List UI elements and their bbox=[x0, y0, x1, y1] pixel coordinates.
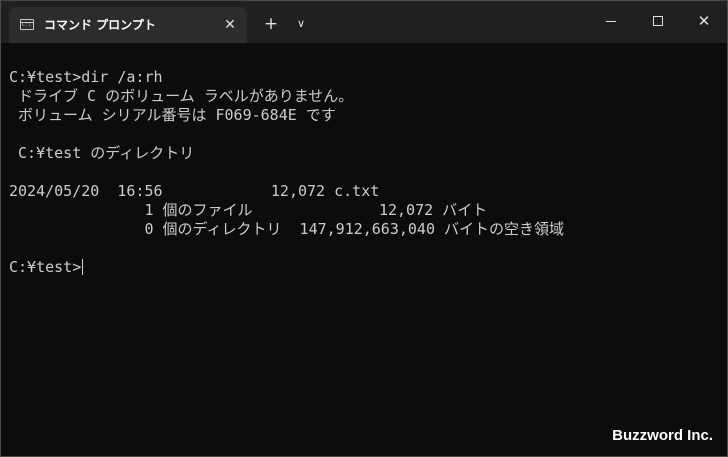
tab-close-button[interactable]: ✕ bbox=[219, 14, 241, 36]
console-line: C:¥test のディレクトリ bbox=[9, 144, 195, 162]
tab-command-prompt[interactable]: コマンド プロンプト ✕ bbox=[9, 7, 247, 43]
console-line: 2024/05/20 16:56 12,072 c.txt bbox=[9, 182, 380, 200]
terminal-window: コマンド プロンプト ✕ + ∨ ✕ C:¥test>dir /a:rh ドライ… bbox=[0, 0, 728, 457]
close-button[interactable]: ✕ bbox=[681, 1, 727, 41]
console-line: ドライブ C のボリューム ラベルがありません。 bbox=[9, 87, 354, 105]
minimize-icon bbox=[606, 21, 616, 22]
console-line: C:¥test> bbox=[9, 258, 84, 276]
text-cursor bbox=[82, 259, 84, 275]
chevron-down-icon[interactable]: ∨ bbox=[290, 13, 312, 35]
title-bar[interactable]: コマンド プロンプト ✕ + ∨ ✕ bbox=[1, 1, 727, 43]
maximize-icon bbox=[653, 16, 663, 26]
tab-title: コマンド プロンプト bbox=[44, 18, 156, 32]
minimize-button[interactable] bbox=[589, 1, 635, 41]
watermark: Buzzword Inc. bbox=[612, 427, 713, 444]
close-icon: ✕ bbox=[697, 12, 711, 30]
cmd-icon bbox=[20, 19, 34, 30]
console-line: 0 個のディレクトリ 147,912,663,040 バイトの空き領域 bbox=[9, 220, 565, 238]
maximize-button[interactable] bbox=[635, 1, 681, 41]
console-line: 1 個のファイル 12,072 バイト bbox=[9, 201, 488, 219]
console-line: C:¥test>dir /a:rh bbox=[9, 68, 163, 86]
new-tab-button[interactable]: + bbox=[260, 13, 282, 35]
console-output[interactable]: C:¥test>dir /a:rh ドライブ C のボリューム ラベルがありませ… bbox=[9, 68, 727, 456]
console-line: ボリューム シリアル番号は F069-684E です bbox=[9, 106, 336, 124]
